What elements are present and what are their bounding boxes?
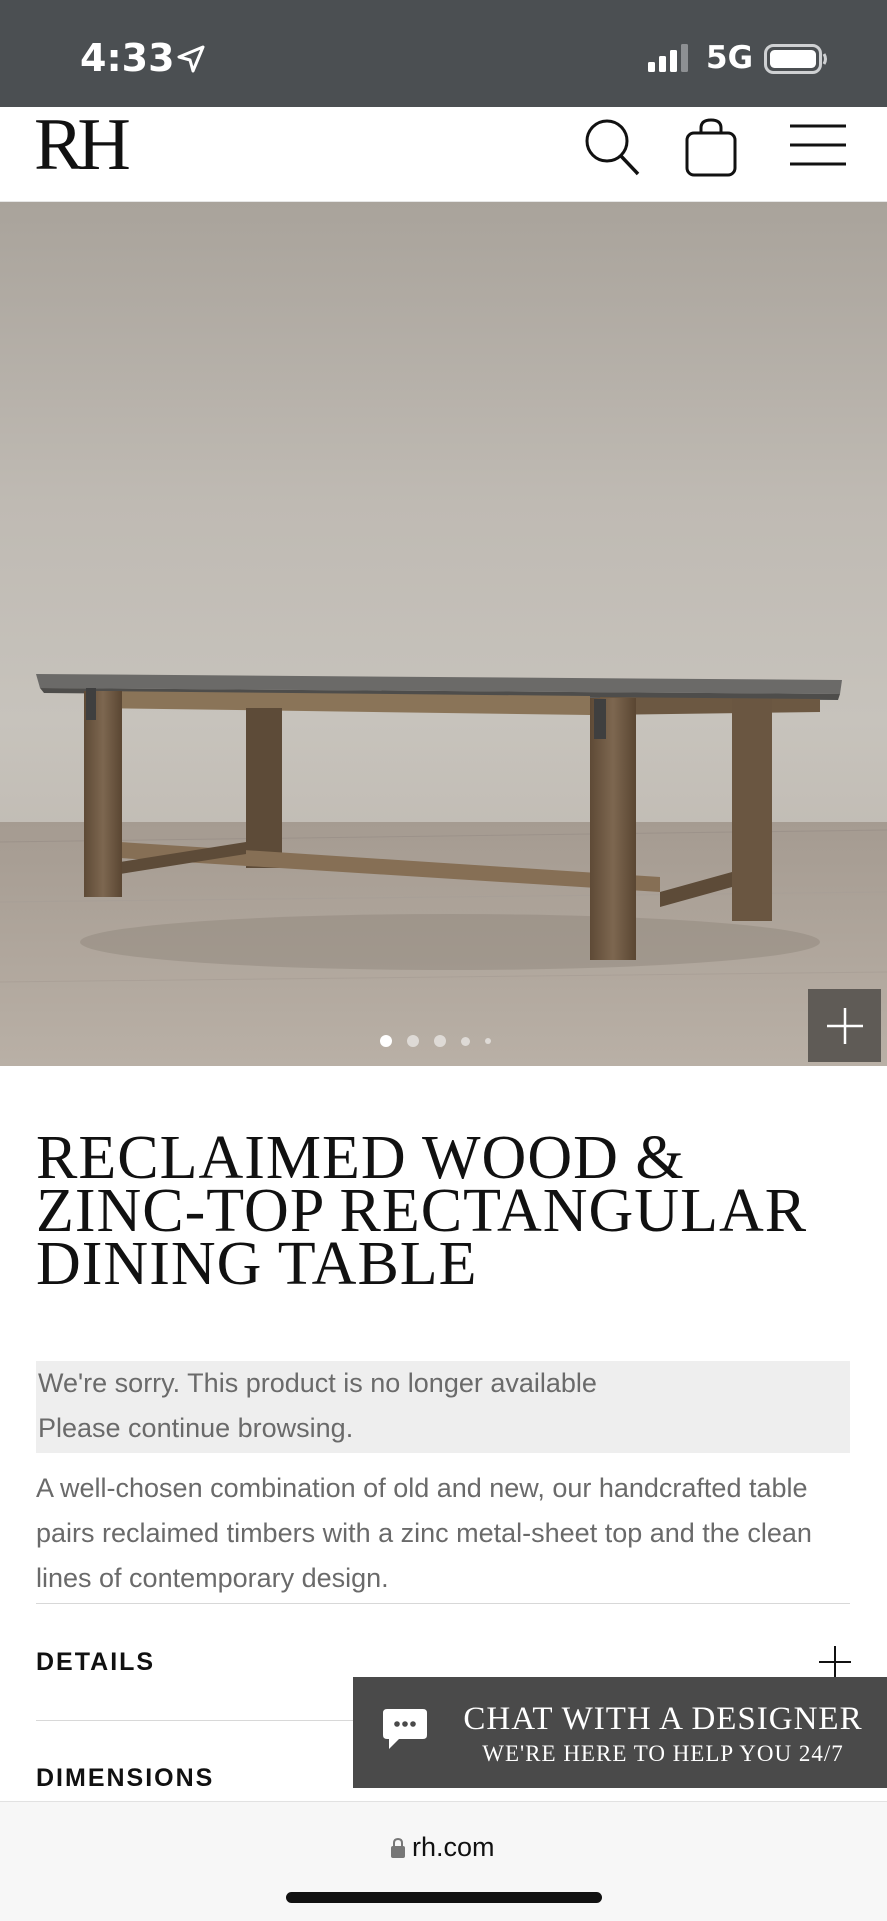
carousel-dot[interactable] <box>380 1035 392 1047</box>
shopping-bag-icon[interactable] <box>684 117 740 179</box>
accordion-details-label[interactable]: DETAILS <box>36 1648 155 1677</box>
location-arrow-icon <box>177 45 205 73</box>
product-image[interactable] <box>0 202 887 1066</box>
signal-icon <box>648 44 688 72</box>
home-indicator[interactable] <box>286 1892 602 1903</box>
divider <box>36 1603 850 1604</box>
browser-address-bar[interactable]: rh.com <box>0 1801 887 1921</box>
dining-table-photo <box>0 674 887 1066</box>
chat-title: CHAT WITH A DESIGNER <box>463 1701 863 1737</box>
product-title: RECLAIMED WOOD & ZINC-TOP RECTANGULAR DI… <box>36 1124 808 1298</box>
notice-line-2: Please continue browsing. <box>38 1413 354 1443</box>
url-text: rh.com <box>412 1832 495 1862</box>
notice-line-1: We're sorry. This product is no longer a… <box>38 1368 597 1398</box>
carousel-dot[interactable] <box>461 1036 470 1046</box>
chat-bubble-icon <box>383 1709 427 1749</box>
unavailable-notice: We're sorry. This product is no longer a… <box>36 1361 850 1453</box>
carousel-dot[interactable] <box>434 1035 446 1047</box>
search-icon[interactable] <box>583 117 643 179</box>
accordion-dimensions-label[interactable]: DIMENSIONS <box>36 1764 214 1793</box>
menu-icon[interactable] <box>788 123 848 167</box>
battery-icon <box>764 44 827 74</box>
url-display[interactable]: rh.com <box>390 1832 495 1863</box>
rh-logo[interactable]: RH <box>34 107 131 183</box>
carousel-dot[interactable] <box>407 1035 419 1047</box>
status-bar: 4:33 5G <box>0 0 887 107</box>
product-description: A well-chosen combination of old and new… <box>36 1473 812 1593</box>
chat-with-designer-button[interactable]: CHAT WITH A DESIGNER WE'RE HERE TO HELP … <box>353 1677 887 1788</box>
expand-details-icon[interactable] <box>818 1645 852 1679</box>
carousel-dots <box>380 1034 491 1048</box>
chat-subtitle: WE'RE HERE TO HELP YOU 24/7 <box>482 1741 844 1766</box>
site-header: RH <box>0 107 887 202</box>
zoom-button[interactable] <box>808 989 881 1062</box>
carousel-dot[interactable] <box>485 1038 491 1044</box>
status-time: 4:33 <box>80 36 175 80</box>
plus-icon <box>826 1007 863 1044</box>
lock-icon <box>391 1837 405 1858</box>
network-label: 5G <box>706 40 754 76</box>
